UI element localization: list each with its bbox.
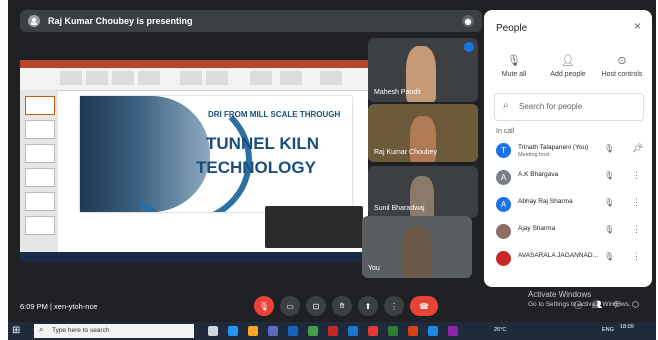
ppt-ribbon xyxy=(20,68,368,91)
taskbar-search-input[interactable]: ⌕ Type here to search xyxy=(34,324,194,338)
camera-toggle-button[interactable]: ▭ xyxy=(280,296,300,316)
avatar: T xyxy=(496,143,511,158)
participant-name: Ajay Sharma xyxy=(518,225,556,232)
slide-title-line1: TUNNEL KILN xyxy=(206,134,320,153)
more-options-button[interactable]: ⋮ xyxy=(384,296,404,316)
presenter-avatar-icon xyxy=(28,15,40,27)
mute-all-button[interactable]: 🎙︎ Mute all xyxy=(484,54,544,78)
app-icon[interactable] xyxy=(368,326,378,336)
toggle-icon: ⊙ xyxy=(617,55,627,67)
meet-window: Raj Kumar Choubey is presenting ◉ DRI FR… xyxy=(8,0,656,340)
app-icon[interactable] xyxy=(348,326,358,336)
presenting-text: Raj Kumar Choubey is presenting xyxy=(48,16,193,26)
language-indicator[interactable]: ENG xyxy=(602,327,614,333)
person-add-icon: 👤︎ xyxy=(561,55,575,67)
more-icon[interactable]: ⋮ xyxy=(632,170,641,181)
participant-row[interactable]: A A.K Bhargava 🎙︎ ⋮ xyxy=(492,166,648,192)
participant-row[interactable]: A Abhay Raj Sharma 🎙︎ ⋮ xyxy=(492,193,648,219)
mic-off-icon: 🎙︎ xyxy=(507,55,521,67)
slide-thumbnails xyxy=(20,90,58,252)
section-label: In call xyxy=(496,128,515,135)
taskbar-clock[interactable]: 18:09 xyxy=(620,324,634,331)
avatar: A xyxy=(496,197,511,212)
pin-icon[interactable]: ◉ xyxy=(462,15,474,27)
tile-name: You xyxy=(368,265,380,272)
leave-call-button[interactable]: ☎︎ xyxy=(410,296,438,316)
mic-off-icon: 🎙︎ xyxy=(604,144,615,153)
app-icon[interactable] xyxy=(448,326,458,336)
participant-row[interactable]: Ajay Sharma 🎙︎ ⋮ xyxy=(492,220,648,246)
raise-hand-button[interactable]: ✋︎ xyxy=(332,296,352,316)
avatar: A xyxy=(496,170,511,185)
word-icon[interactable] xyxy=(428,326,438,336)
info-icon[interactable]: ⓘ xyxy=(574,300,582,311)
people-panel: People × 🎙︎ Mute all 👤︎ Add people ⊙ Hos… xyxy=(484,10,652,287)
captions-button[interactable]: ⊡ xyxy=(306,296,326,316)
app-icon[interactable] xyxy=(328,326,338,336)
ppt-titlebar xyxy=(20,60,368,68)
participant-row[interactable]: T Trinath Talapaneni (You) Meeting host … xyxy=(492,139,648,165)
tile-name: Sunil Bharadwaj xyxy=(374,205,425,212)
tile-name: Mahesh Pandit xyxy=(374,89,421,96)
powerpoint-icon[interactable] xyxy=(408,326,418,336)
participant-name: Trinath Talapaneni (You) xyxy=(518,144,589,151)
participant-name: Abhay Raj Sharma xyxy=(518,198,573,205)
more-icon[interactable]: ⋮ xyxy=(632,197,641,208)
participant-tile[interactable]: Raj Kumar Choubey xyxy=(368,104,478,162)
search-icon: ⌕ xyxy=(503,100,509,111)
add-people-button[interactable]: 👤︎ Add people xyxy=(538,54,598,78)
chat-icon[interactable]: 💬︎ xyxy=(612,300,622,309)
mic-toggle-button[interactable]: 🎙︎ xyxy=(254,296,274,316)
edge-icon[interactable] xyxy=(228,326,238,336)
chrome-icon[interactable] xyxy=(308,326,318,336)
taskbar-search-placeholder: Type here to search xyxy=(52,327,110,334)
participant-name: AVASARALA JAGANNAD... xyxy=(518,252,598,259)
avatar xyxy=(496,224,511,239)
slide: DRI FROM MILL SCALE THROUGH TUNNEL KILN … xyxy=(80,96,352,212)
activities-icon[interactable]: ⬡ xyxy=(632,300,639,309)
participant-tile[interactable]: Mahesh Pandit xyxy=(368,38,478,102)
mic-off-icon: 🎙︎ xyxy=(604,252,615,261)
shared-taskbar xyxy=(20,252,368,262)
mic-off-icon: 🎙︎ xyxy=(604,171,615,180)
windows-start-icon[interactable]: ⊞ xyxy=(12,325,24,337)
participant-role: Meeting host xyxy=(518,152,550,158)
search-icon: ⌕ xyxy=(39,325,44,334)
host-controls-button[interactable]: ⊙ Host controls xyxy=(592,54,652,78)
file-explorer-icon[interactable] xyxy=(248,326,258,336)
self-tile[interactable]: You xyxy=(362,216,472,278)
call-controls: 🎙︎ ▭ ⊡ ✋︎ ⬆ ⋮ ☎︎ xyxy=(254,296,438,318)
mic-off-icon: 🎙︎ xyxy=(604,225,615,234)
slide-title-line2: TECHNOLOGY xyxy=(196,158,316,177)
store-icon[interactable] xyxy=(268,326,278,336)
presenting-banner: Raj Kumar Choubey is presenting ◉ xyxy=(20,10,482,32)
pin-icon[interactable]: 📌︎ xyxy=(632,143,643,154)
speaking-icon xyxy=(464,42,474,52)
more-icon[interactable]: ⋮ xyxy=(632,251,641,262)
mail-icon[interactable] xyxy=(288,326,298,336)
shared-screen: DRI FROM MILL SCALE THROUGH TUNNEL KILN … xyxy=(20,60,368,262)
windows-taskbar: ⊞ ⌕ Type here to search 26°C ENG 18:09 xyxy=(8,322,656,340)
mic-off-icon: 🎙︎ xyxy=(604,198,615,207)
present-button[interactable]: ⬆ xyxy=(358,296,378,316)
panel-title: People xyxy=(496,23,528,34)
people-icon[interactable]: 👥︎ xyxy=(592,300,602,309)
participant-name: A.K Bhargava xyxy=(518,171,559,178)
avatar xyxy=(496,251,511,266)
tile-name: Raj Kumar Choubey xyxy=(374,149,438,156)
notification-toast xyxy=(265,206,363,248)
participant-row[interactable]: AVASARALA JAGANNAD... 🎙︎ ⋮ xyxy=(492,247,648,273)
more-icon[interactable]: ⋮ xyxy=(632,224,641,235)
task-view-icon[interactable] xyxy=(208,326,218,336)
search-people-input[interactable]: ⌕ Search for people xyxy=(494,93,644,121)
participant-tile[interactable]: Sunil Bharadwaj xyxy=(368,166,478,218)
meeting-time-code: 6:09 PM | xen-ytoh-nce xyxy=(20,302,98,311)
app-icon[interactable] xyxy=(388,326,398,336)
slide-subtitle: DRI FROM MILL SCALE THROUGH xyxy=(208,110,341,119)
search-placeholder: Search for people xyxy=(519,102,583,111)
weather-temperature[interactable]: 26°C xyxy=(494,327,506,333)
close-icon[interactable]: × xyxy=(634,19,641,33)
